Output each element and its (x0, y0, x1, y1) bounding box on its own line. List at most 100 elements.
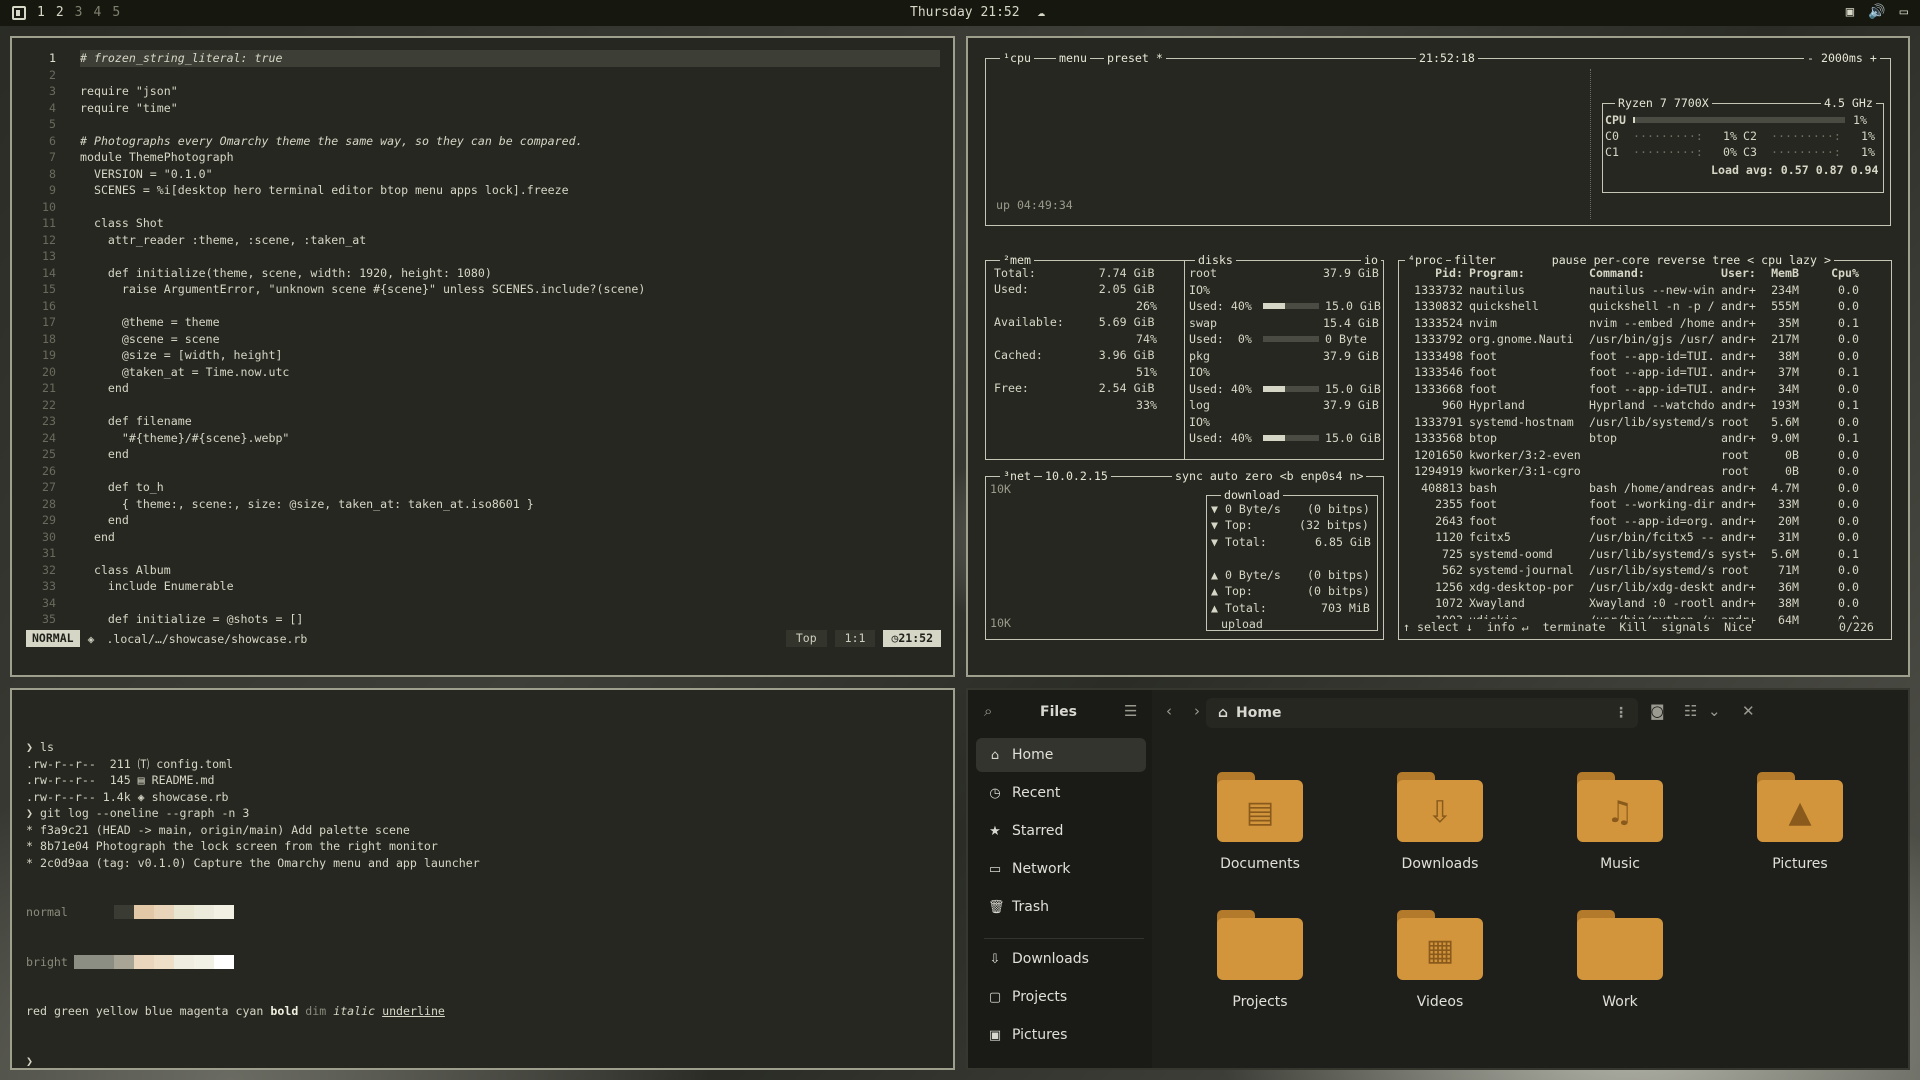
code-line[interactable]: 26 (12, 463, 953, 480)
process-row[interactable]: 1333546 foot foot --app-id=TUI. andr+ 37M 0.1 (1405, 364, 1885, 381)
workspace-4[interactable]: 4 (93, 5, 101, 20)
code-line[interactable]: 16 (12, 298, 953, 315)
code-line[interactable]: 17 @theme = theme (12, 314, 953, 331)
code-line[interactable]: 8 VERSION = "0.1.0" (12, 166, 953, 183)
code-line[interactable]: 6 # Photographs every Omarchy theme the s… (12, 133, 953, 150)
process-row[interactable]: 1333498 foot foot --app-id=TUI. andr+ 38M 0.0 (1405, 348, 1885, 365)
process-row[interactable]: 2355 foot foot --working-dir andr+ 33M 0.0 (1405, 496, 1885, 513)
code-line[interactable]: 9 SCENES = %i[desktop hero terminal edit… (12, 182, 953, 199)
proc-header-cell[interactable]: User: (1715, 265, 1759, 282)
sidebar-item-downloads[interactable]: ⇩ Downloads (976, 942, 1146, 976)
terminal-window[interactable]: ❯ ls .rw-r--r-- 211 🄣 config.toml .rw-r--r… (10, 688, 955, 1070)
path-bar[interactable]: ⌂ Home ⋮ (1206, 698, 1638, 728)
back-icon[interactable]: ‹ (1166, 702, 1172, 720)
process-row[interactable]: 408813 bash bash /home/andreas andr+ 4.7M 0.0 (1405, 480, 1885, 497)
path-menu-icon[interactable]: ⋮ (1614, 705, 1628, 721)
close-icon[interactable]: ✕ (1742, 702, 1755, 720)
sidebar-item-home[interactable]: ⌂ Home (976, 738, 1146, 772)
process-row[interactable]: 1333792 org.gnome.Nauti/usr/bin/gjs /usr/… (1405, 331, 1885, 348)
btop-window[interactable]: ¹cpu menu preset * 21:52:18 - 2000ms + u… (966, 36, 1910, 677)
search-icon[interactable]: ⌕ (984, 702, 992, 720)
code-line[interactable]: 25 end (12, 446, 953, 463)
proc-header-cell[interactable]: Program: (1463, 265, 1583, 282)
code-line[interactable]: 18 @scene = scene (12, 331, 953, 348)
code-line[interactable]: 4 require "time" (12, 100, 953, 117)
process-row[interactable]: 562 systemd-journal/usr/lib/systemd/s root… (1405, 562, 1885, 579)
code-line[interactable]: 24 "#{theme}/#{scene}.webp" (12, 430, 953, 447)
code-line[interactable]: 34 (12, 595, 953, 612)
screen-icon[interactable]: ▣ (1846, 4, 1854, 20)
process-row[interactable]: 1072 Xwayland Xwayland :0 -rootl andr+ 38M 0.… (1405, 595, 1885, 612)
sidebar-item-recent[interactable]: ◷ Recent (976, 776, 1146, 810)
folder-pictures[interactable]: ▲ Pictures (1730, 772, 1870, 872)
folder-videos[interactable]: ▦ Videos (1370, 910, 1510, 1010)
code-line[interactable]: 23 def filename (12, 413, 953, 430)
code-line[interactable]: 1 # frozen_string_literal: true (12, 50, 953, 67)
cpu-title[interactable]: ¹cpu (1000, 51, 1034, 65)
workspace-3[interactable]: 3 (75, 5, 83, 20)
code-line[interactable]: 32 class Album (12, 562, 953, 579)
code-line[interactable]: 27 def to_h (12, 479, 953, 496)
code-line[interactable]: 29 end (12, 512, 953, 529)
sidebar-item-trash[interactable]: 🗑 Trash (976, 890, 1146, 924)
code-line[interactable]: 22 (12, 397, 953, 414)
folder-downloads[interactable]: ⇩ Downloads (1370, 772, 1510, 872)
hamburger-menu-icon[interactable]: ☰ (1124, 702, 1137, 720)
code-line[interactable]: 7 module ThemePhotograph (12, 149, 953, 166)
process-row[interactable]: 960 Hyprland Hyprland --watchdo andr+ 193M 0.… (1405, 397, 1885, 414)
code-line[interactable]: 2 (12, 67, 953, 84)
net-options[interactable]: sync auto zero <b enp0s4 n> (1172, 469, 1367, 483)
code-line[interactable]: 33 include Enumerable (12, 578, 953, 595)
code-view[interactable]: 1 # frozen_string_literal: true 2 3 require … (12, 50, 953, 628)
workspace-1[interactable]: 1 (37, 5, 45, 20)
sidebar-item-starred[interactable]: ★ Starred (976, 814, 1146, 848)
preset-button[interactable]: preset * (1104, 51, 1166, 65)
volume-icon[interactable]: 🔊 (1868, 4, 1885, 20)
sidebar-item-pictures[interactable]: ▣ Pictures (976, 1018, 1146, 1052)
code-line[interactable]: 12 attr_reader :theme, :scene, :taken_at (12, 232, 953, 249)
process-row[interactable]: 1330832 quickshell quickshell -n -p / andr+… (1405, 298, 1885, 315)
omarchy-logo-icon[interactable] (12, 5, 26, 20)
process-row[interactable]: 1333668 foot foot --app-id=TUI. andr+ 34M 0.0 (1405, 381, 1885, 398)
folder-work[interactable]: Work (1550, 910, 1690, 1010)
sidebar-item-network[interactable]: ▭ Network (976, 852, 1146, 886)
terminal-output[interactable]: ❯ ls .rw-r--r-- 211 🄣 config.toml .rw-r--r… (26, 706, 480, 1080)
proc-header-cell[interactable]: Pid: (1405, 265, 1463, 282)
process-row[interactable]: 1201650 kworker/3:2-even root 0B 0.0 (1405, 447, 1885, 464)
update-interval[interactable]: - 2000ms + (1804, 51, 1880, 65)
code-line[interactable]: 3 require "json" (12, 83, 953, 100)
chevron-down-icon[interactable]: ⌄ (1708, 702, 1721, 720)
code-line[interactable]: 31 (12, 545, 953, 562)
process-row[interactable]: 1333732 nautilus nautilus --new-win andr+ 23… (1405, 282, 1885, 299)
prompt[interactable]: ❯ (26, 1053, 480, 1070)
code-line[interactable]: 13 (12, 248, 953, 265)
sidebar-item-projects[interactable]: ▢ Projects (976, 980, 1146, 1014)
clock[interactable]: Thursday 21:52 ☁ (910, 5, 1045, 20)
folder-projects[interactable]: Projects (1190, 910, 1330, 1010)
code-line[interactable]: 30 end (12, 529, 953, 546)
code-line[interactable]: 14 def initialize(theme, scene, width: 1… (12, 265, 953, 282)
files-window[interactable]: ⌕ Files ☰ ⌂ Home ◷ Recent ★ Starred ▭ Network 🗑 T… (966, 688, 1910, 1070)
code-line[interactable]: 21 end (12, 380, 953, 397)
process-row[interactable]: 1294919 kworker/3:1-cgro root 0B 0.0 (1405, 463, 1885, 480)
folder-music[interactable]: ♫ Music (1550, 772, 1690, 872)
process-row[interactable]: 2643 foot foot --app-id=org. andr+ 20M 0.0 (1405, 513, 1885, 530)
proc-header[interactable]: Pid: Program: Command: User: MemB Cpu% (1405, 265, 1885, 282)
code-line[interactable]: 35 def initialize = @shots = [] (12, 611, 953, 628)
process-row[interactable]: 1333568 btop btop andr+ 9.0M 0.1 (1405, 430, 1885, 447)
process-row[interactable]: 1333524 nvim nvim --embed /home andr+ 35M 0.1 (1405, 315, 1885, 332)
code-line[interactable]: 19 @size = [width, height] (12, 347, 953, 364)
proc-header-cell[interactable]: MemB (1759, 265, 1799, 282)
workspace-2[interactable]: 2 (56, 5, 64, 20)
workspace-5[interactable]: 5 (112, 5, 120, 20)
menu-button[interactable]: menu (1056, 51, 1090, 65)
code-line[interactable]: 10 (12, 199, 953, 216)
proc-header-cell[interactable]: Cpu% (1799, 265, 1859, 282)
proc-header-cell[interactable]: Command: (1583, 265, 1715, 282)
process-row[interactable]: 1120 fcitx5/usr/bin/fcitx5 -- andr+ 31M 0.0 (1405, 529, 1885, 546)
code-line[interactable]: 11 class Shot (12, 215, 953, 232)
display-icon[interactable]: ▭ (1900, 4, 1908, 20)
proc-footer[interactable]: ↑ select ↓ info ↵ terminate Kill signals… (1403, 619, 1753, 636)
process-row[interactable]: 1256 xdg-desktop-por/usr/lib/xdg-deskt and… (1405, 579, 1885, 596)
code-line[interactable]: 20 @taken_at = Time.now.utc (12, 364, 953, 381)
